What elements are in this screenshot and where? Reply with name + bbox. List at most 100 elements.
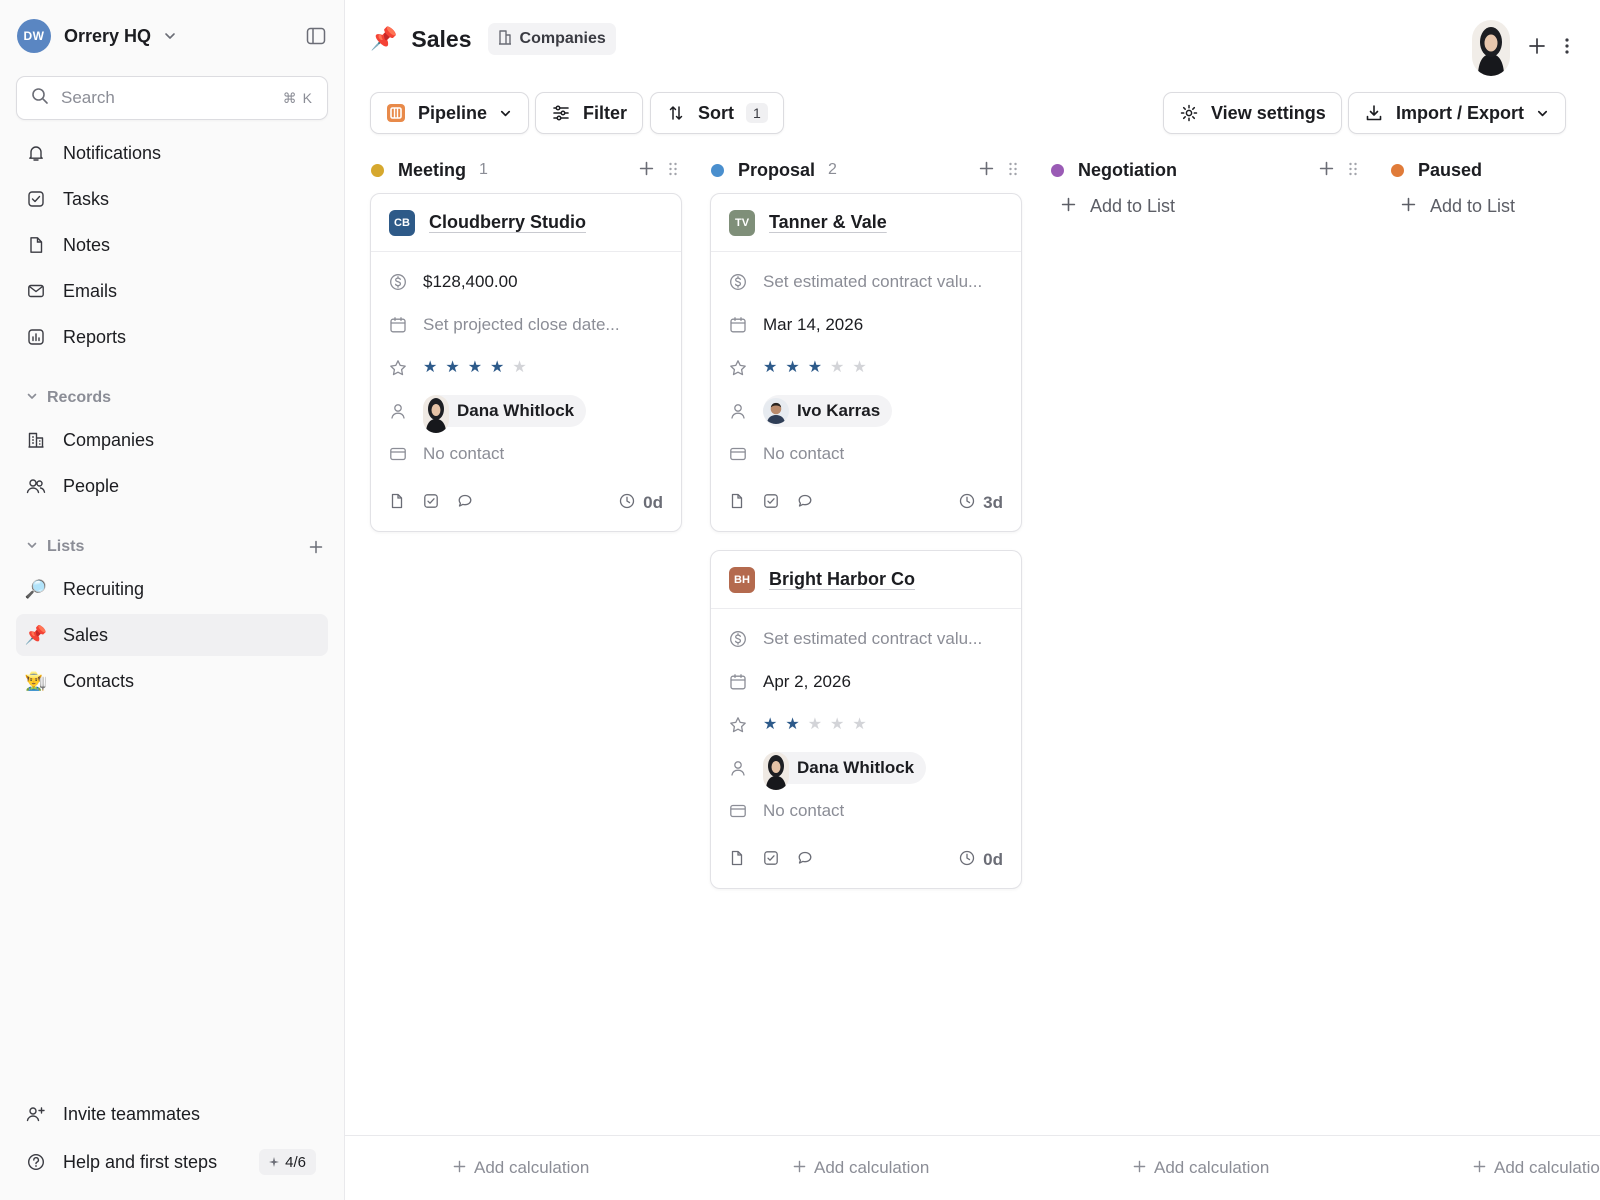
contract-value-row[interactable]: $128,400.00	[389, 260, 663, 303]
owner-chip[interactable]: Ivo Karras	[763, 394, 893, 427]
sidebar-item-notifications[interactable]: Notifications	[16, 132, 328, 174]
view-settings-button[interactable]: View settings	[1163, 92, 1342, 134]
deal-card[interactable]: BH Bright Harbor Co Set estimated contra…	[710, 550, 1022, 889]
star-filled-icon[interactable]: ★	[445, 359, 459, 376]
sidebar-item-tasks[interactable]: Tasks	[16, 178, 328, 220]
view-selector-button[interactable]: Pipeline	[370, 92, 530, 134]
main-content: 📌 Sales Companies Pipeline Filter Sort 1…	[345, 0, 1600, 1200]
plus-icon[interactable]	[306, 537, 326, 557]
more-vertical-icon[interactable]	[1564, 37, 1570, 60]
task-icon[interactable]	[763, 850, 779, 871]
close-date-row[interactable]: Apr 2, 2026	[729, 660, 1003, 703]
star-rating[interactable]: ★ ★ ★ ★ ★	[763, 716, 867, 733]
rating-row[interactable]: ★ ★ ★ ★ ★	[729, 346, 1003, 389]
comment-icon[interactable]	[457, 493, 473, 514]
invite-teammates[interactable]: Invite teammates	[16, 1093, 328, 1135]
star-filled-icon[interactable]: ★	[763, 716, 777, 733]
note-icon[interactable]	[389, 493, 405, 514]
contract-value-row[interactable]: Set estimated contract valu...	[729, 260, 1003, 303]
app: DW Orrery HQ ⌘ K Notifications Tasks	[0, 0, 1600, 1200]
sidebar-item-sales[interactable]: 📌 Sales	[16, 614, 328, 656]
records-section-header[interactable]: Records	[26, 386, 326, 410]
add-calculation-button[interactable]: Add calculation	[793, 1158, 929, 1178]
company-logo: BH	[729, 566, 755, 593]
workspace-switcher[interactable]: DW Orrery HQ	[17, 18, 327, 54]
plus-icon[interactable]	[1319, 160, 1334, 181]
drag-handle-icon[interactable]	[668, 160, 678, 181]
sidebar-item-emails[interactable]: Emails	[16, 270, 328, 312]
close-date-row[interactable]: Set projected close date...	[389, 303, 663, 346]
star-filled-icon[interactable]: ★	[785, 359, 799, 376]
star-empty-icon[interactable]: ★	[852, 359, 866, 376]
task-icon[interactable]	[423, 493, 439, 514]
owner-row[interactable]: Ivo Karras	[729, 389, 1003, 432]
close-date-row[interactable]: Mar 14, 2026	[729, 303, 1003, 346]
task-icon[interactable]	[763, 493, 779, 514]
rating-row[interactable]: ★ ★ ★ ★ ★	[729, 703, 1003, 746]
column-count: 1	[479, 161, 488, 178]
deal-card[interactable]: TV Tanner & Vale Set estimated contract …	[710, 193, 1022, 532]
owner-chip[interactable]: Dana Whitlock	[423, 394, 587, 433]
search-input[interactable]	[61, 88, 283, 108]
checkbox-icon	[26, 189, 46, 209]
star-filled-icon[interactable]: ★	[808, 359, 822, 376]
sort-button[interactable]: Sort 1	[650, 92, 784, 134]
deal-card[interactable]: CB Cloudberry Studio $128,400.00 Set pro…	[370, 193, 682, 532]
note-icon[interactable]	[729, 493, 745, 514]
plus-icon[interactable]	[639, 160, 654, 181]
user-avatar[interactable]	[1472, 20, 1510, 76]
owner-chip[interactable]: Dana Whitlock	[763, 751, 927, 790]
star-empty-icon[interactable]: ★	[830, 716, 844, 733]
add-calculation-button[interactable]: Add calculation	[453, 1158, 589, 1178]
drag-handle-icon[interactable]	[1008, 160, 1018, 181]
filter-button[interactable]: Filter	[535, 92, 644, 134]
company-name-link[interactable]: Bright Harbor Co	[769, 569, 915, 590]
comment-icon[interactable]	[797, 493, 813, 514]
star-filled-icon[interactable]: ★	[468, 359, 482, 376]
contact-row[interactable]: No contact	[729, 432, 1003, 475]
add-calculation-button[interactable]: Add calculation	[1133, 1158, 1269, 1178]
star-empty-icon[interactable]: ★	[512, 359, 526, 376]
add-icon[interactable]	[1528, 37, 1546, 60]
star-filled-icon[interactable]: ★	[423, 359, 437, 376]
company-name-link[interactable]: Cloudberry Studio	[429, 212, 586, 233]
sidebar-item-people[interactable]: People	[16, 465, 328, 507]
help-first-steps[interactable]: Help and first steps 4/6	[16, 1141, 328, 1183]
sidebar-item-companies[interactable]: Companies	[16, 419, 328, 461]
contract-value-row[interactable]: Set estimated contract valu...	[729, 617, 1003, 660]
rating-row[interactable]: ★ ★ ★ ★ ★	[389, 346, 663, 389]
object-chip[interactable]: Companies	[487, 23, 616, 55]
star-rating[interactable]: ★ ★ ★ ★ ★	[763, 359, 867, 376]
age-value: 0d	[983, 850, 1003, 869]
note-icon[interactable]	[729, 850, 745, 871]
star-filled-icon[interactable]: ★	[490, 359, 504, 376]
star-rating[interactable]: ★ ★ ★ ★ ★	[423, 359, 527, 376]
pushpin-emoji-icon: 📌	[24, 625, 48, 645]
sidebar-item-reports[interactable]: Reports	[16, 316, 328, 358]
search-box[interactable]: ⌘ K	[16, 76, 328, 120]
star-empty-icon[interactable]: ★	[808, 716, 822, 733]
company-name-link[interactable]: Tanner & Vale	[769, 212, 887, 233]
star-empty-icon[interactable]: ★	[830, 359, 844, 376]
contact-row[interactable]: No contact	[389, 432, 663, 475]
sidebar-toggle-icon[interactable]	[305, 25, 327, 47]
add-to-list-button[interactable]: Add to List	[1390, 191, 1600, 221]
onboarding-progress[interactable]: 4/6	[259, 1149, 316, 1175]
close-date: Apr 2, 2026	[763, 671, 851, 691]
plus-icon[interactable]	[979, 160, 994, 181]
star-empty-icon[interactable]: ★	[852, 716, 866, 733]
owner-row[interactable]: Dana Whitlock	[729, 746, 1003, 790]
add-to-list-button[interactable]: Add to List	[1050, 191, 1362, 221]
sidebar-item-notes[interactable]: Notes	[16, 224, 328, 266]
comment-icon[interactable]	[797, 850, 813, 871]
add-calculation-button[interactable]: Add calculation	[1473, 1158, 1600, 1178]
owner-row[interactable]: Dana Whitlock	[389, 389, 663, 433]
import-export-button[interactable]: Import / Export	[1348, 92, 1567, 134]
drag-handle-icon[interactable]	[1348, 160, 1358, 181]
sidebar-item-recruiting[interactable]: 🔎 Recruiting	[16, 568, 328, 610]
sidebar-item-contacts[interactable]: 👨‍🌾 Contacts	[16, 660, 328, 702]
lists-section-header[interactable]: Lists	[26, 535, 326, 559]
star-filled-icon[interactable]: ★	[763, 359, 777, 376]
star-filled-icon[interactable]: ★	[785, 716, 799, 733]
contact-row[interactable]: No contact	[729, 789, 1003, 832]
